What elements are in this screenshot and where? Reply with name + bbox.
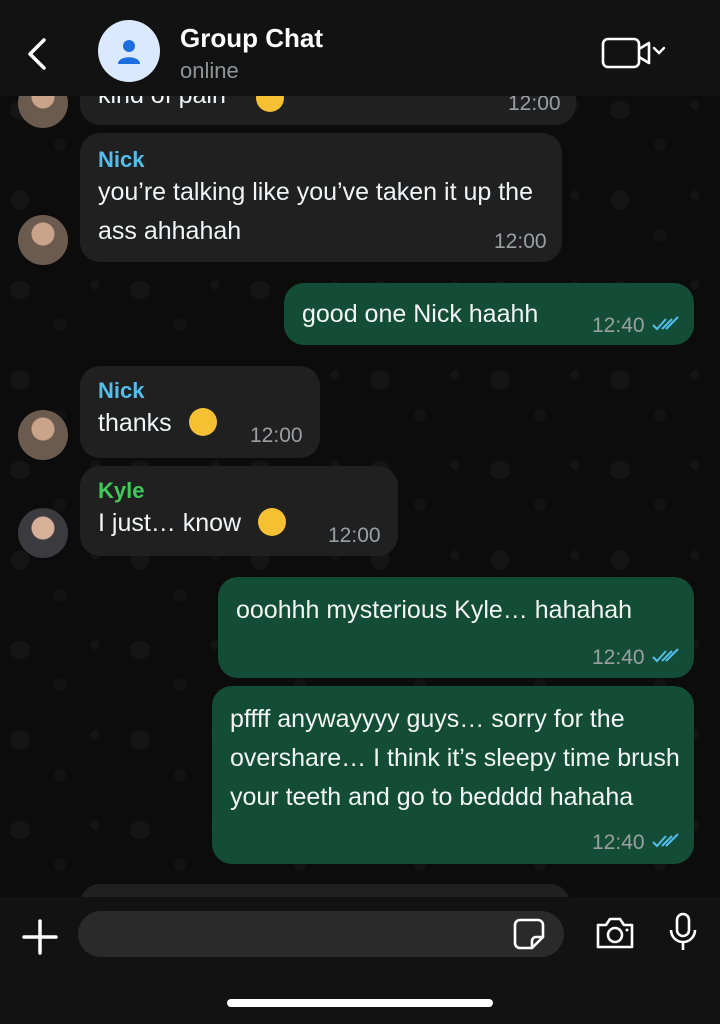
message-text: pffff anywayyyy guys… sorry for the over… xyxy=(230,705,680,811)
composer-bar xyxy=(0,897,720,1024)
read-ticks-icon xyxy=(652,316,679,331)
message-time: 12:40 xyxy=(592,646,645,669)
wink-emoji-icon xyxy=(258,508,287,536)
message-bubble[interactable]: pffff anywayyyy guys… sorry for the over… xyxy=(212,686,694,864)
sender-name: Kyle xyxy=(98,478,145,503)
microphone-button[interactable] xyxy=(668,911,698,953)
attach-button[interactable] xyxy=(20,917,60,957)
sticker-button[interactable] xyxy=(512,917,546,951)
read-ticks-icon xyxy=(652,833,679,848)
chat-status: online xyxy=(180,58,239,83)
avatar[interactable] xyxy=(18,215,68,265)
message-time: 12:40 xyxy=(592,831,645,854)
camera-button[interactable] xyxy=(594,915,636,951)
chat-header: Group Chat online xyxy=(0,0,720,96)
home-indicator xyxy=(227,999,493,1007)
video-call-button[interactable] xyxy=(600,36,672,72)
sender-name: Nick xyxy=(98,378,145,403)
message-bubble[interactable]: Nick thanks 12:00 xyxy=(80,366,320,458)
message-time: 12:00 xyxy=(250,424,303,447)
message-bubble[interactable]: Nick you’re talking like you’ve taken it… xyxy=(80,133,562,262)
sticker-icon xyxy=(513,918,545,950)
person-icon xyxy=(118,40,140,64)
avatar[interactable] xyxy=(18,508,68,558)
back-button[interactable] xyxy=(18,30,54,78)
chat-title[interactable]: Group Chat xyxy=(180,23,323,54)
chevron-left-icon xyxy=(28,38,46,70)
plus-icon xyxy=(22,919,58,955)
sender-name: Nick xyxy=(98,147,145,172)
laughing-tears-emoji-icon xyxy=(188,408,217,436)
message-time: 12:00 xyxy=(328,524,381,547)
video-camera-icon xyxy=(601,37,666,69)
message-bubble[interactable]: good one Nick haahh 12:40 xyxy=(284,283,694,345)
message-text: you’re talking like you’ve taken it up t… xyxy=(98,178,533,245)
group-avatar[interactable] xyxy=(98,20,160,82)
microphone-icon xyxy=(669,912,697,950)
message-bubble[interactable]: Kyle I just… know 12:00 xyxy=(80,466,398,556)
message-text: good one Nick haahh xyxy=(302,300,539,328)
message-text: thanks xyxy=(98,409,172,437)
camera-icon xyxy=(596,917,634,949)
message-input[interactable] xyxy=(78,911,564,957)
message-bubble[interactable]: ooohhh mysterious Kyle… hahahah 12:40 xyxy=(218,577,694,678)
message-time: 12:40 xyxy=(592,314,645,337)
read-ticks-icon xyxy=(652,648,679,663)
message-text: ooohhh mysterious Kyle… hahahah xyxy=(236,596,633,624)
message-time: 12:00 xyxy=(494,230,547,253)
avatar[interactable] xyxy=(18,410,68,460)
message-text: I just… know xyxy=(98,509,242,537)
